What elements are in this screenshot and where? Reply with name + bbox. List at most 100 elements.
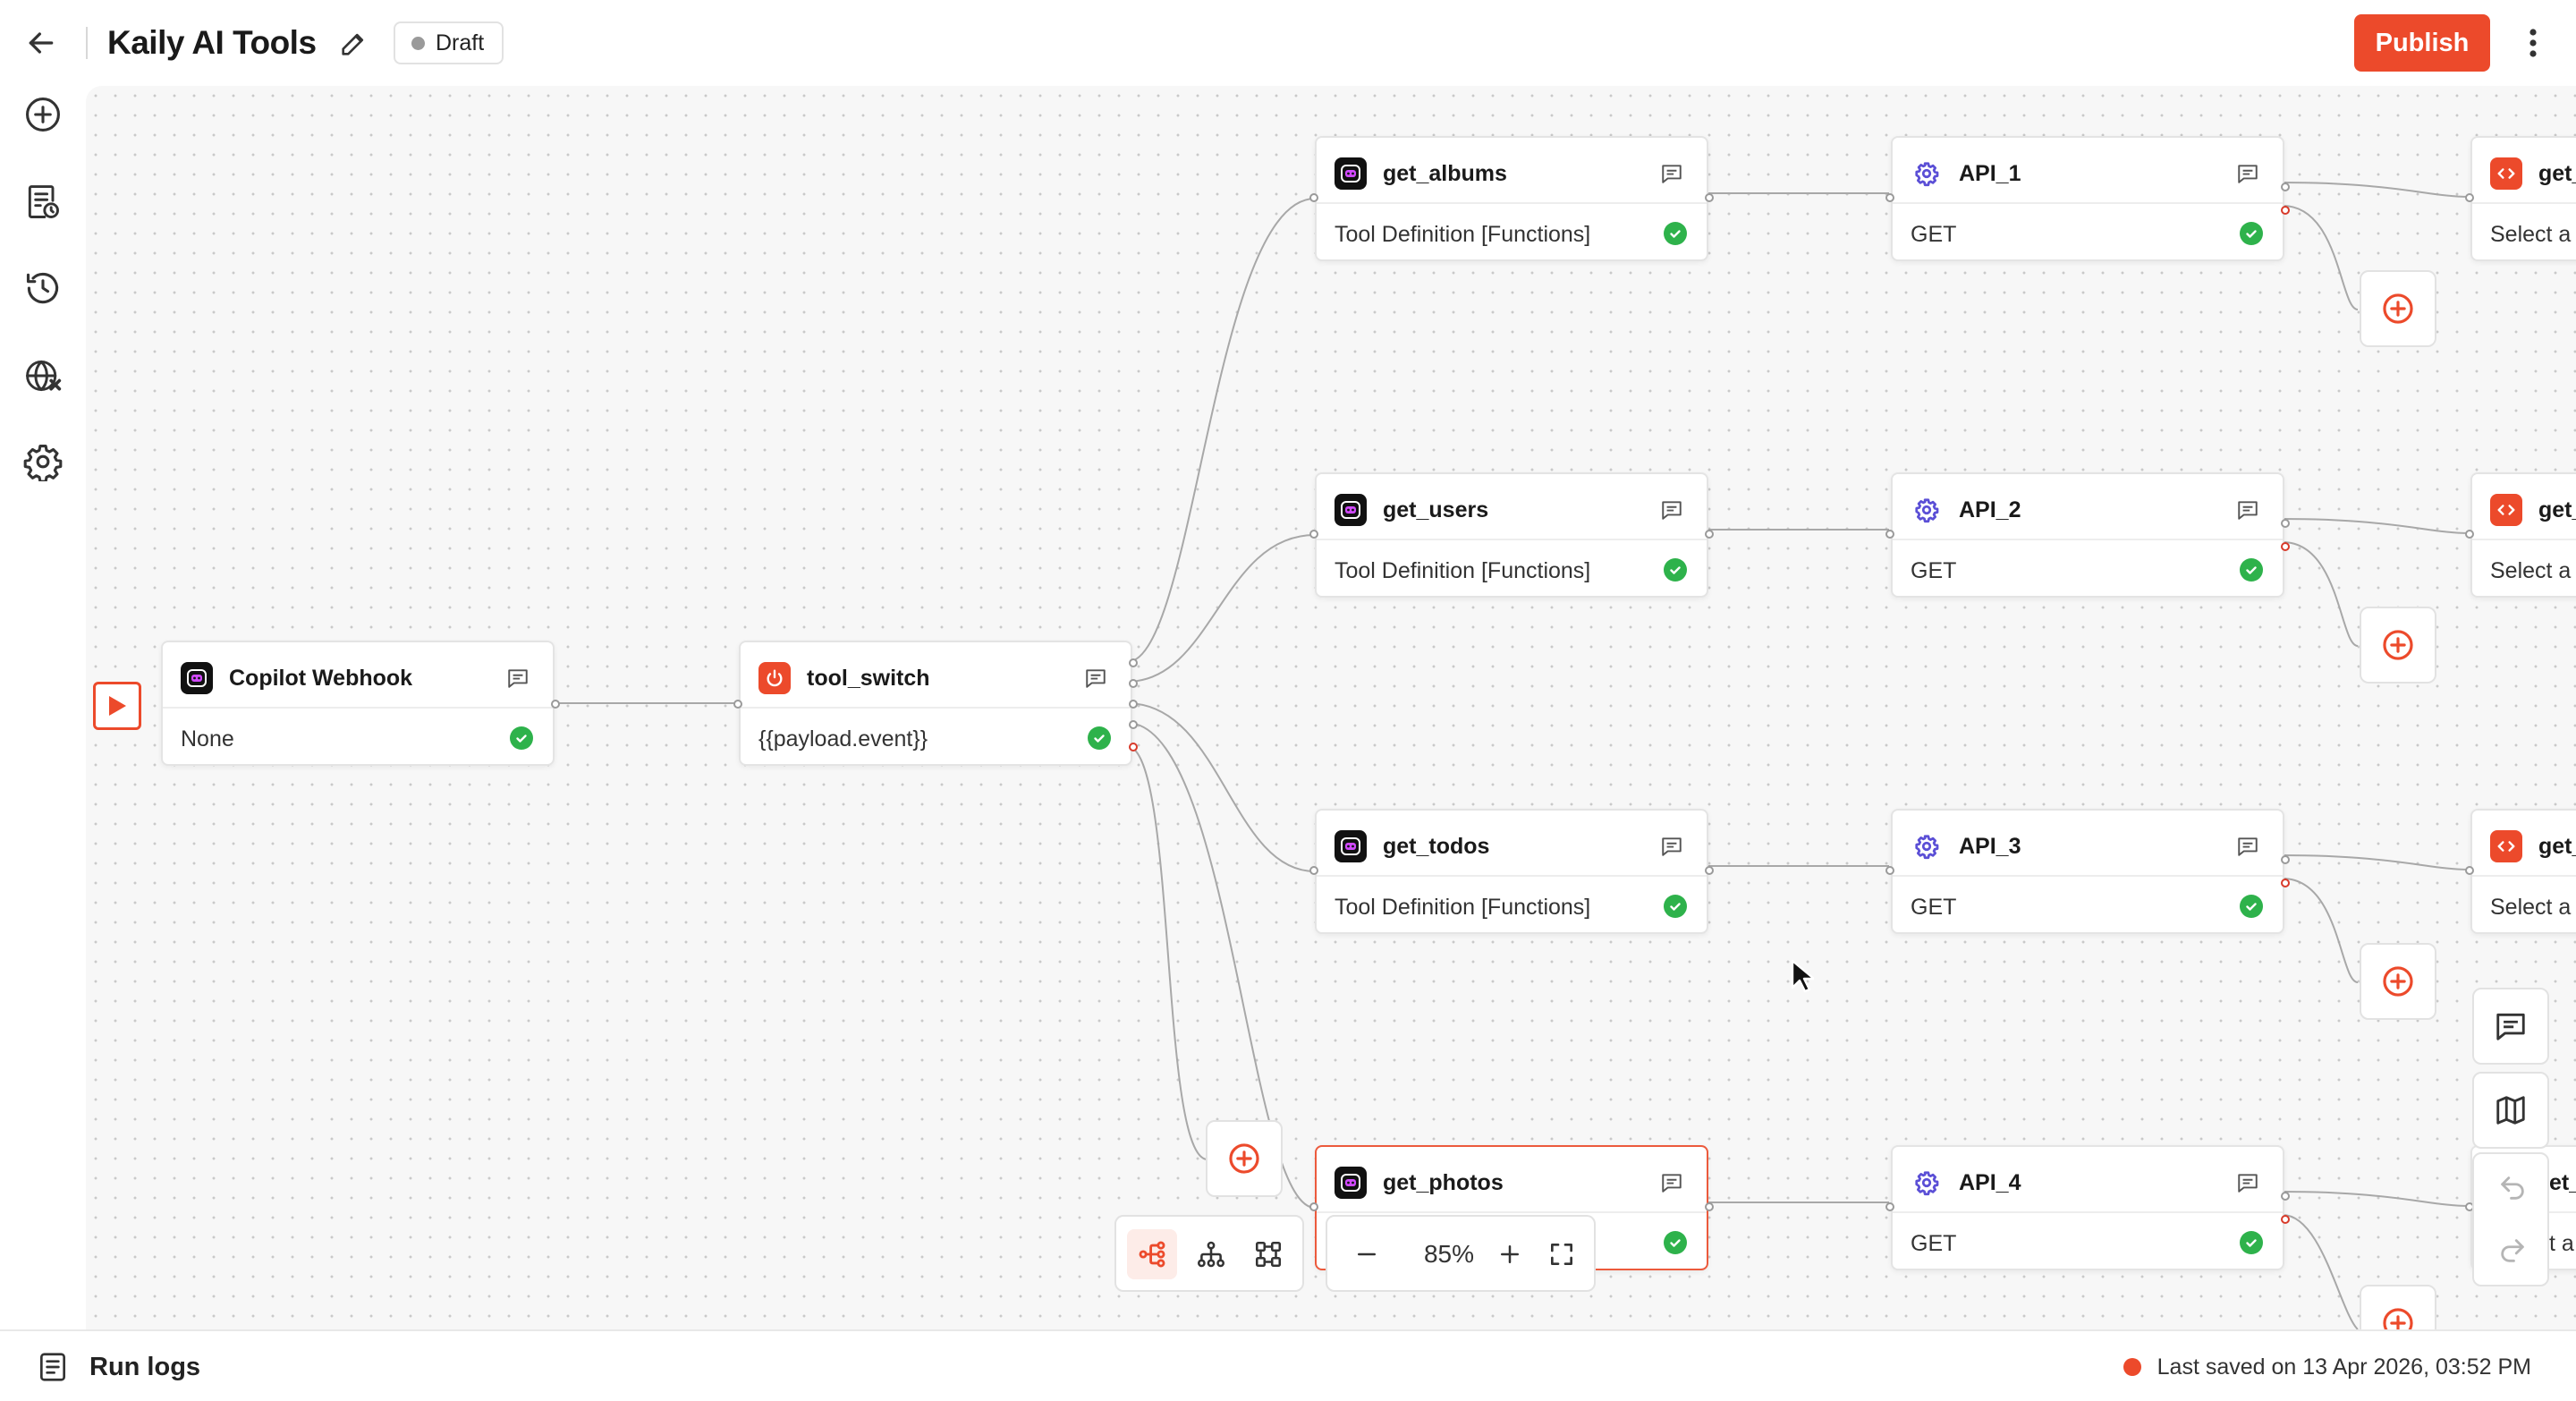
output-port[interactable] — [1705, 866, 1714, 875]
comment-icon[interactable] — [1658, 497, 1685, 522]
output-port[interactable] — [1129, 679, 1138, 688]
input-port[interactable] — [1309, 530, 1318, 539]
comment-icon[interactable] — [504, 666, 531, 691]
error-port[interactable] — [2281, 206, 2290, 215]
node-tool-switch[interactable]: tool_switch {{payload.event}} — [733, 641, 1138, 766]
node-partial-get-3[interactable]: get_ Select a — [2465, 809, 2576, 934]
input-port[interactable] — [2465, 866, 2474, 875]
comments-button[interactable] — [2472, 988, 2549, 1065]
input-port[interactable] — [1885, 530, 1894, 539]
check-icon — [1664, 222, 1687, 245]
status-label: Draft — [436, 30, 485, 55]
redo-button[interactable] — [2489, 1227, 2536, 1274]
node-partial-get-2[interactable]: get_ Select a — [2465, 472, 2576, 598]
minus-icon — [1358, 1252, 1376, 1256]
minimap-button[interactable] — [2472, 1072, 2549, 1149]
comment-icon[interactable] — [2234, 161, 2261, 186]
power-icon — [758, 662, 791, 694]
input-port[interactable] — [1885, 193, 1894, 202]
comment-icon[interactable] — [1658, 161, 1685, 186]
run-trigger-button[interactable] — [93, 682, 141, 730]
save-status-text: Last saved on 13 Apr 2026, 03:52 PM — [2157, 1354, 2531, 1380]
run-logs-button[interactable]: Run logs — [36, 1347, 200, 1387]
error-port[interactable] — [2281, 1215, 2290, 1224]
copilot-icon — [1335, 157, 1367, 190]
comment-icon[interactable] — [1658, 1170, 1685, 1195]
input-port[interactable] — [1309, 866, 1318, 875]
node-get-users[interactable]: get_users Tool Definition [Functions] — [1309, 472, 1714, 598]
node-api-2[interactable]: API_2 GET — [1885, 472, 2290, 598]
output-port[interactable] — [2281, 855, 2290, 864]
output-port[interactable] — [1705, 530, 1714, 539]
edit-title-button[interactable] — [335, 25, 372, 63]
input-port[interactable] — [1309, 193, 1318, 202]
fallback-port[interactable] — [1129, 743, 1138, 751]
add-step-button[interactable] — [2360, 607, 2436, 684]
input-port[interactable] — [1309, 1202, 1318, 1211]
node-subtitle: GET — [1911, 1231, 1957, 1256]
back-button[interactable] — [20, 21, 63, 64]
node-title: get_ — [2538, 497, 2576, 522]
undo-redo-toolbar — [2472, 1152, 2549, 1286]
edge-api-4-add — [2282, 1214, 2359, 1329]
node-partial-get-1[interactable]: get_ Select a — [2465, 136, 2576, 261]
output-port[interactable] — [2281, 1192, 2290, 1201]
api-gear-icon — [1911, 1167, 1943, 1199]
layout-vertical-button[interactable] — [1186, 1229, 1236, 1279]
api-gear-icon — [1911, 830, 1943, 862]
output-port[interactable] — [1705, 1202, 1714, 1211]
undo-button[interactable] — [2489, 1165, 2536, 1211]
input-port[interactable] — [1885, 866, 1894, 875]
sidebar-item-settings[interactable] — [20, 438, 66, 485]
add-step-button[interactable] — [1206, 1120, 1283, 1197]
add-step-button[interactable] — [2360, 943, 2436, 1020]
add-step-button[interactable] — [2360, 270, 2436, 347]
sidebar-item-history[interactable] — [20, 265, 66, 311]
plus-circle-icon — [2383, 1308, 2413, 1329]
layout-grid-button[interactable] — [1243, 1229, 1293, 1279]
sidebar-item-globe[interactable] — [20, 352, 66, 399]
output-port[interactable] — [1129, 700, 1138, 709]
node-get-todos[interactable]: get_todos Tool Definition [Functions] — [1309, 809, 1714, 934]
save-status: Last saved on 13 Apr 2026, 03:52 PM — [2123, 1349, 2531, 1385]
fit-view-button[interactable] — [1538, 1231, 1585, 1278]
node-title: et_ — [2549, 1170, 2576, 1195]
input-port[interactable] — [2465, 530, 2474, 539]
layout-horizontal-button[interactable] — [1127, 1229, 1177, 1279]
comment-icon[interactable] — [2234, 497, 2261, 522]
input-port[interactable] — [733, 700, 742, 709]
input-port[interactable] — [1885, 1202, 1894, 1211]
comment-icon[interactable] — [2234, 834, 2261, 859]
node-api-4[interactable]: API_4 GET — [1885, 1145, 2290, 1270]
sidebar-item-add[interactable] — [20, 91, 66, 138]
zoom-toolbar: 85% — [1326, 1215, 1596, 1292]
node-get-albums[interactable]: get_albums Tool Definition [Functions] — [1309, 136, 1714, 261]
output-port[interactable] — [1705, 193, 1714, 202]
plus-circle-icon — [1229, 1143, 1259, 1174]
node-copilot-webhook[interactable]: Copilot Webhook None — [161, 641, 560, 766]
comment-icon[interactable] — [1658, 834, 1685, 859]
publish-button[interactable]: Publish — [2354, 14, 2490, 72]
zoom-out-button[interactable] — [1343, 1231, 1390, 1278]
comment-icon[interactable] — [1082, 666, 1109, 691]
node-subtitle: None — [181, 726, 234, 751]
node-api-1[interactable]: API_1 GET — [1885, 136, 2290, 261]
zoom-in-button[interactable] — [1487, 1231, 1533, 1278]
workflow-canvas[interactable]: Copilot Webhook None tool_switch {{paylo… — [86, 86, 2576, 1329]
node-api-3[interactable]: API_3 GET — [1885, 809, 2290, 934]
output-port[interactable] — [1129, 658, 1138, 667]
error-port[interactable] — [2281, 542, 2290, 551]
add-step-button[interactable] — [2360, 1285, 2436, 1329]
input-port[interactable] — [2465, 193, 2474, 202]
output-port[interactable] — [2281, 183, 2290, 191]
more-options-button[interactable] — [2513, 21, 2553, 64]
output-port[interactable] — [551, 700, 560, 709]
output-port[interactable] — [2281, 519, 2290, 528]
error-port[interactable] — [2281, 879, 2290, 887]
sidebar-item-logs[interactable] — [20, 179, 66, 225]
output-port[interactable] — [1129, 720, 1138, 729]
node-subtitle: Tool Definition [Functions] — [1335, 558, 1591, 583]
comment-icon[interactable] — [2234, 1170, 2261, 1195]
redo-icon — [2501, 1239, 2524, 1262]
node-subtitle: Tool Definition [Functions] — [1335, 222, 1591, 247]
